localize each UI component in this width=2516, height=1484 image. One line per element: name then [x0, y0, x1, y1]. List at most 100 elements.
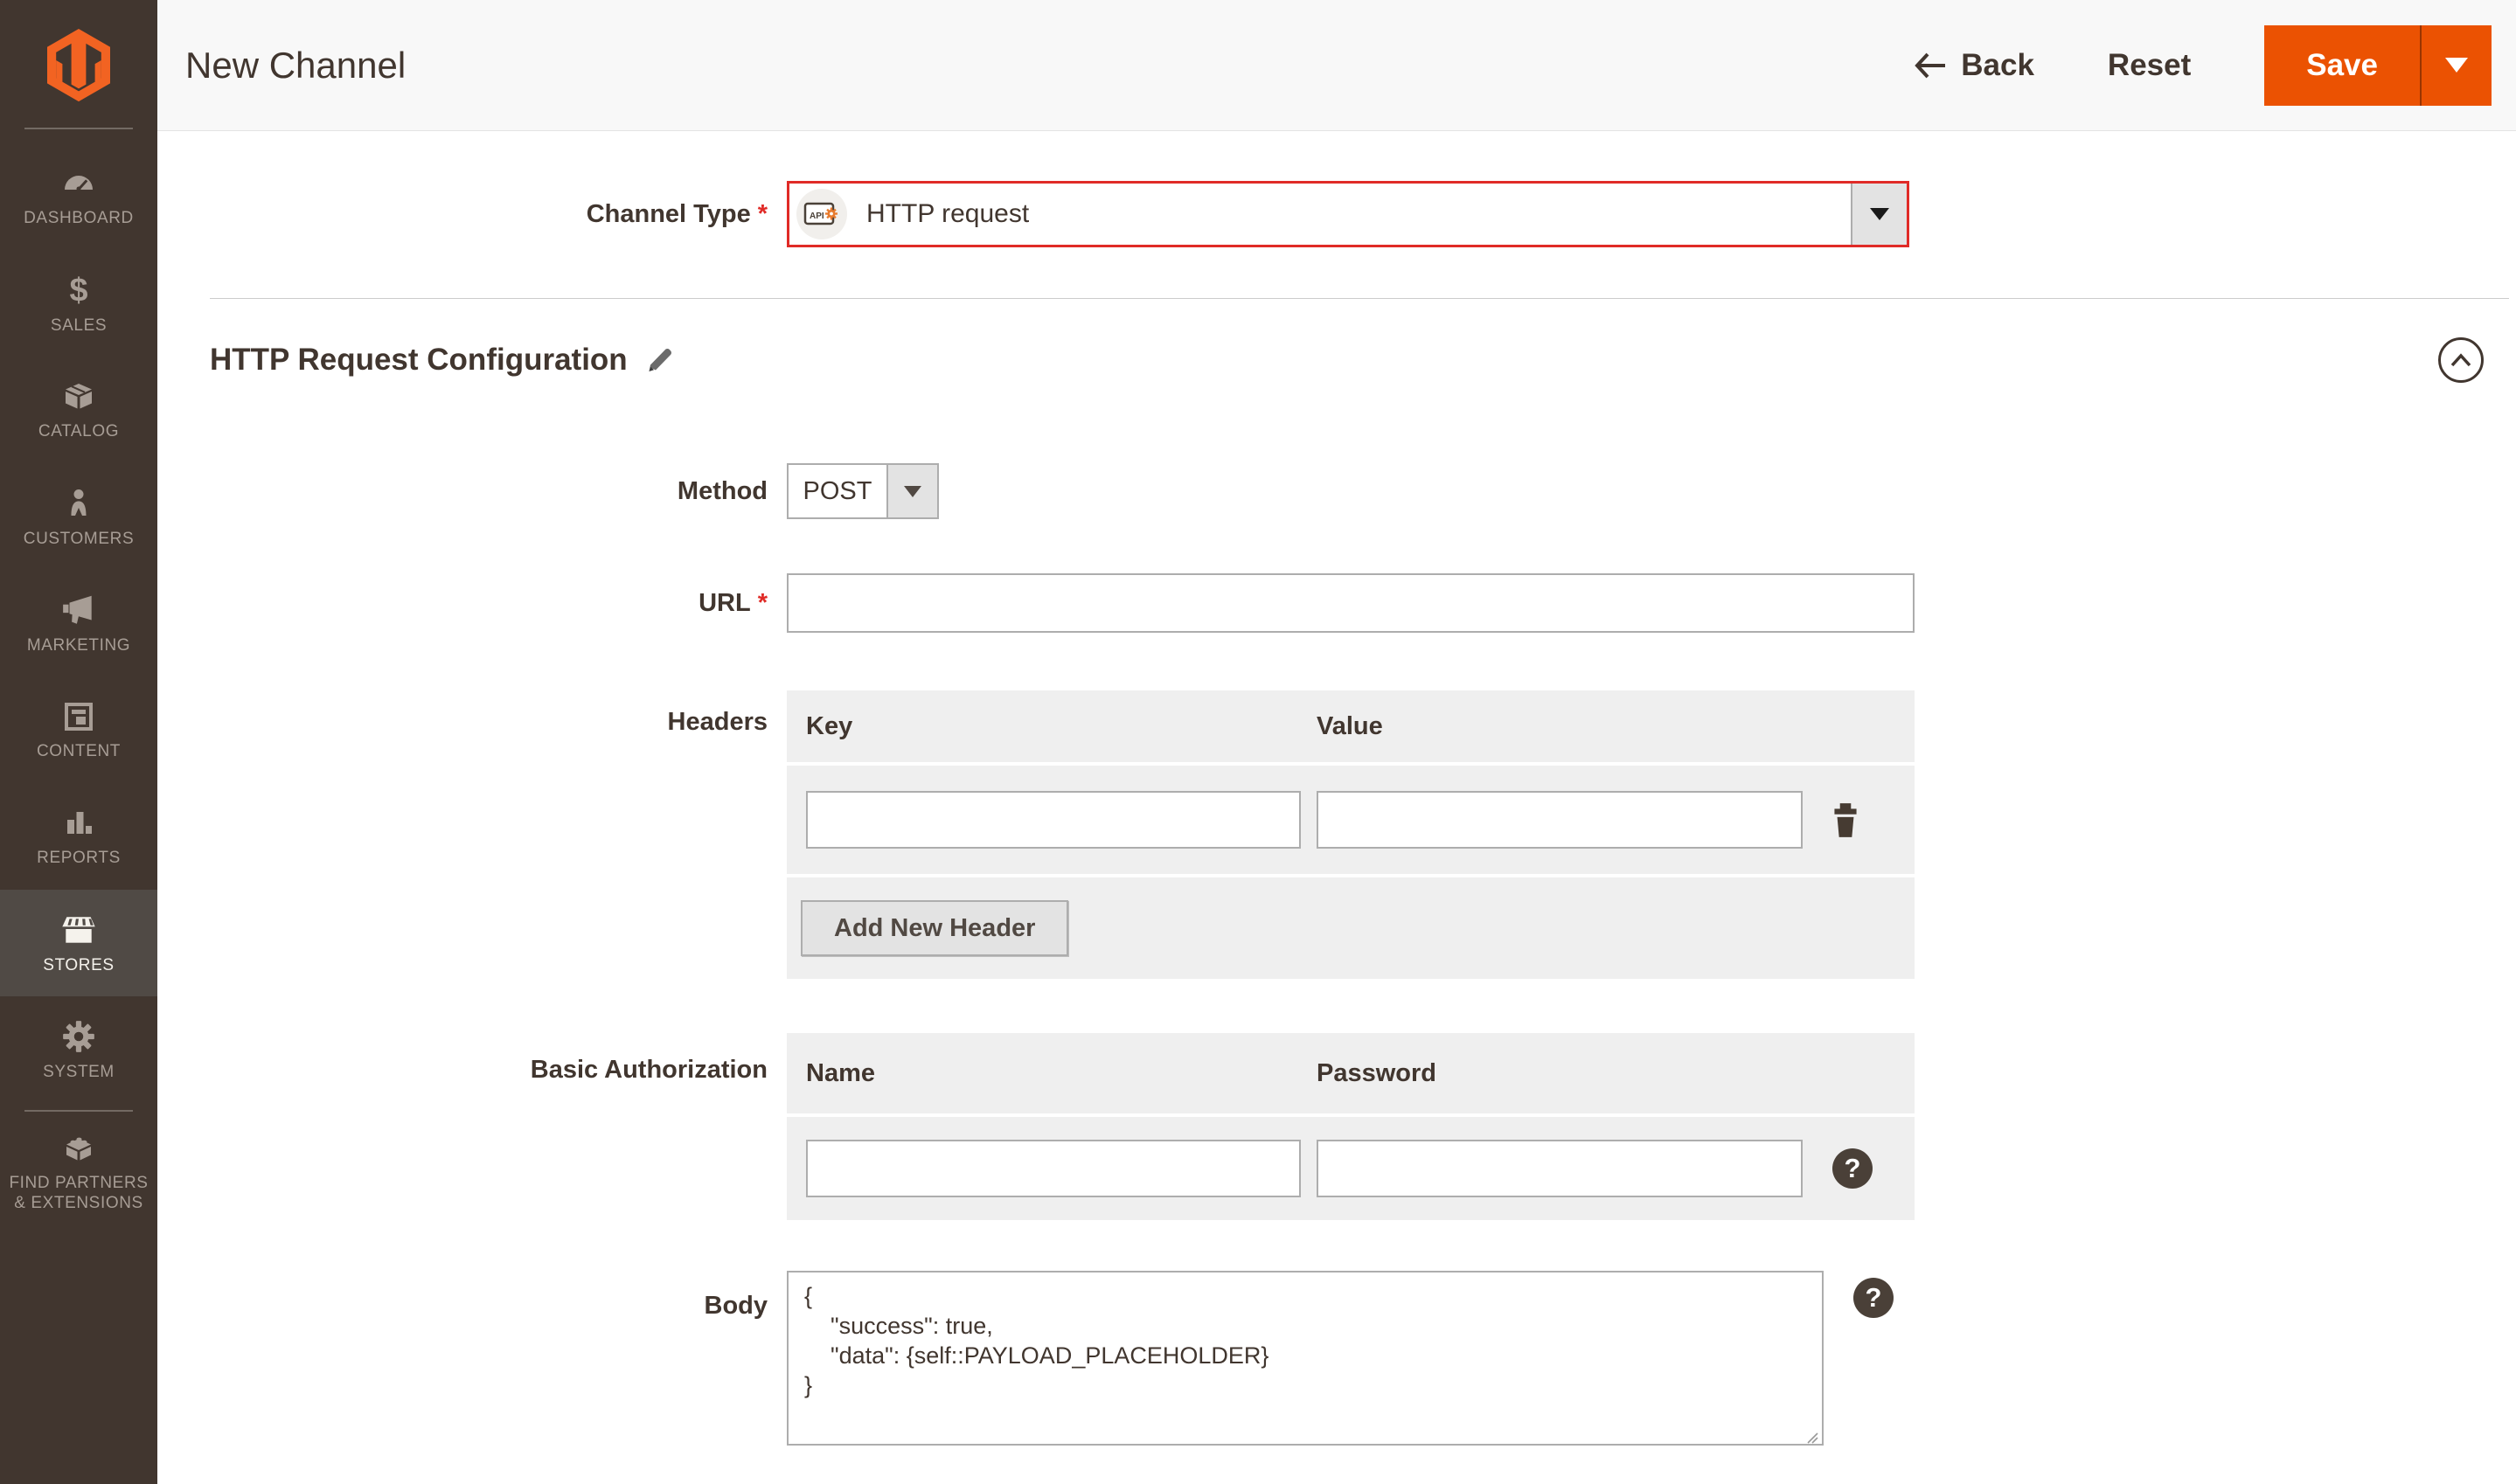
- method-label: Method: [677, 476, 768, 505]
- sidebar-item-marketing[interactable]: MARKETING: [0, 570, 157, 676]
- url-row: URL *: [157, 573, 2516, 633]
- url-label-wrap: URL *: [157, 573, 787, 633]
- page: New Channel Back Reset Save Channel Type…: [157, 0, 2516, 1451]
- marketing-icon: [63, 595, 92, 624]
- headers-row: Headers Key Value Add New Header: [157, 690, 2516, 979]
- page-title: New Channel: [185, 44, 407, 86]
- chevron-up-icon: [2450, 353, 2471, 367]
- body-help-icon[interactable]: ?: [1853, 1278, 1894, 1318]
- headers-label: Headers: [667, 708, 768, 736]
- sidebar-item-label: FIND PARTNERS & EXTENSIONS: [9, 1174, 149, 1212]
- main-content: Channel Type * API HTTP request HTTP Req…: [157, 131, 2516, 1451]
- method-value: POST: [803, 476, 872, 505]
- back-button[interactable]: Back: [1912, 48, 2034, 83]
- channel-type-select[interactable]: API HTTP request: [787, 181, 1909, 247]
- required-asterisk: *: [757, 199, 768, 228]
- textarea-resize-handle[interactable]: [1804, 1430, 1818, 1444]
- sidebar-item-catalog[interactable]: CATALOG: [0, 357, 157, 463]
- edit-pencil-icon[interactable]: [645, 345, 675, 375]
- reports-icon: [67, 811, 92, 834]
- page-header: New Channel Back Reset Save: [157, 0, 2516, 131]
- collapse-section-button[interactable]: [2438, 337, 2484, 383]
- sidebar-item-reports[interactable]: REPORTS: [0, 783, 157, 890]
- body-label-wrap: Body: [157, 1271, 787, 1451]
- auth-help-icon[interactable]: ?: [1832, 1148, 1873, 1189]
- auth-name-password-row: ?: [787, 1117, 1915, 1220]
- auth-name-input[interactable]: [806, 1140, 1301, 1197]
- channel-type-dropdown-button[interactable]: [1851, 184, 1907, 245]
- channel-type-dropdown-arrow-icon: [1870, 208, 1889, 220]
- channel-type-option-icon-circle: API: [796, 189, 847, 239]
- headers-label-wrap: Headers: [157, 690, 787, 979]
- dashboard-icon: [65, 175, 93, 191]
- basic-authorization-column-header: Name Password: [787, 1033, 1915, 1113]
- url-input[interactable]: [787, 573, 1915, 633]
- reset-button[interactable]: Reset: [2108, 48, 2191, 83]
- sidebar-item-label: SALES: [50, 316, 108, 335]
- headers-column-header: Key Value: [787, 690, 1915, 762]
- sidebar-item-label: STORES: [43, 955, 115, 974]
- section-title-wrap: HTTP Request Configuration: [210, 343, 675, 378]
- auth-name-column-label: Name: [806, 1058, 875, 1087]
- sidebar-item-label: CATALOG: [38, 421, 120, 440]
- save-dropdown-arrow-icon: [2445, 58, 2468, 73]
- sidebar-item-content[interactable]: CONTENT: [0, 676, 157, 783]
- section-title: HTTP Request Configuration: [210, 343, 628, 377]
- sidebar-item-dashboard[interactable]: DASHBOARD: [0, 143, 157, 250]
- channel-type-label: Channel Type: [586, 199, 751, 228]
- add-new-header-button[interactable]: Add New Header: [801, 900, 1069, 956]
- auth-password-input[interactable]: [1317, 1140, 1803, 1197]
- method-label-wrap: Method: [157, 463, 787, 519]
- system-icon: [63, 1020, 94, 1052]
- sidebar-nav: DASHBOARD $ SALES CATALOG CUSTOMERS MARK…: [0, 131, 157, 1225]
- channel-type-value: HTTP request: [866, 199, 1030, 228]
- method-dropdown-arrow-icon: [904, 485, 921, 497]
- body-label: Body: [704, 1292, 768, 1320]
- http-request-api-icon: API: [803, 202, 838, 225]
- sidebar-item-find-partners-extensions[interactable]: FIND PARTNERS & EXTENSIONS: [0, 1119, 157, 1225]
- channel-type-label-wrap: Channel Type *: [157, 181, 787, 247]
- method-row: Method POST: [157, 463, 2516, 519]
- method-dropdown-button[interactable]: [886, 465, 937, 517]
- extensions-icon: [66, 1137, 91, 1161]
- sidebar-divider: [24, 1110, 133, 1112]
- stores-icon: [62, 916, 95, 943]
- sidebar-item-label: DASHBOARD: [24, 208, 134, 227]
- section-divider: [210, 298, 2509, 299]
- magento-logo-icon: [47, 29, 110, 102]
- auth-password-column-label: Password: [1317, 1058, 1436, 1087]
- sales-icon: $: [69, 272, 87, 308]
- save-split-button: Save: [2264, 24, 2492, 106]
- sidebar-item-stores[interactable]: STORES: [0, 890, 157, 996]
- content-icon: [65, 702, 93, 731]
- body-textarea-wrap: { "success": true, "data": {self::PAYLOA…: [787, 1271, 1824, 1451]
- customers-icon: [71, 489, 87, 516]
- header-value-input[interactable]: [1317, 791, 1803, 849]
- body-row: Body { "success": true, "data": {self::P…: [157, 1271, 2516, 1451]
- channel-type-row: Channel Type * API HTTP request: [157, 181, 2516, 247]
- save-label: Save: [2306, 47, 2378, 82]
- section-heading-row: HTTP Request Configuration: [210, 336, 2484, 385]
- trash-icon: [1834, 803, 1857, 837]
- sidebar-item-sales[interactable]: $ SALES: [0, 250, 157, 357]
- svg-text:$: $: [69, 272, 87, 308]
- sidebar-item-customers[interactable]: CUSTOMERS: [0, 463, 157, 570]
- catalog-icon: [66, 383, 92, 408]
- url-label: URL: [699, 588, 751, 617]
- basic-authorization-label-wrap: Basic Authorization: [157, 1033, 787, 1220]
- save-button[interactable]: Save: [2264, 25, 2420, 106]
- sidebar-item-label: MARKETING: [26, 635, 131, 655]
- body-textarea[interactable]: { "success": true, "data": {self::PAYLOA…: [787, 1271, 1824, 1446]
- sidebar-item-system[interactable]: SYSTEM: [0, 996, 157, 1103]
- header-actions: Back Reset Save: [1912, 24, 2492, 106]
- back-arrow-icon: [1915, 52, 1946, 78]
- admin-sidebar: DASHBOARD $ SALES CATALOG CUSTOMERS MARK…: [0, 0, 157, 1484]
- save-dropdown-button[interactable]: [2420, 24, 2492, 106]
- magento-logo[interactable]: [0, 0, 157, 131]
- method-select[interactable]: POST: [787, 463, 939, 519]
- svg-text:API: API: [810, 212, 824, 221]
- header-key-value-row: [787, 766, 1915, 874]
- header-key-input[interactable]: [806, 791, 1301, 849]
- required-asterisk: *: [757, 588, 768, 617]
- delete-header-button[interactable]: [1827, 801, 1864, 839]
